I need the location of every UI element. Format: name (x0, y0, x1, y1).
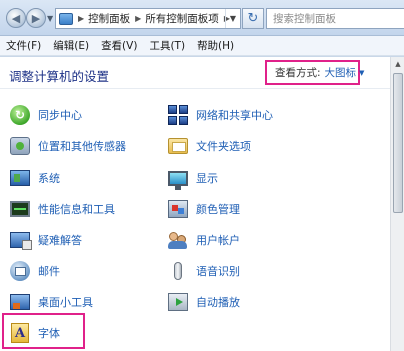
menu-file[interactable]: 文件(F) (6, 38, 41, 53)
item-label[interactable]: 位置和其他传感器 (38, 138, 126, 154)
address-dropdown-button[interactable]: ▼ (225, 9, 240, 28)
item-performance[interactable]: 性能信息和工具 (9, 197, 115, 221)
scroll-thumb[interactable] (393, 73, 403, 213)
search-placeholder: 搜索控制面板 (273, 13, 336, 25)
breadcrumb-all-items[interactable]: 所有控制面板项 (145, 11, 219, 26)
page-title: 调整计算机的设置 (9, 69, 110, 84)
item-label[interactable]: 文件夹选项 (196, 138, 251, 154)
system-icon (9, 167, 31, 189)
chevron-right-icon[interactable]: ▶ (135, 14, 141, 23)
back-button[interactable]: ◀ (6, 8, 26, 28)
speech-recognition-icon (167, 260, 189, 282)
forward-button[interactable]: ▶ (26, 8, 46, 28)
view-by-value[interactable]: 大图标 (325, 65, 357, 80)
item-label[interactable]: 网络和共享中心 (196, 107, 273, 123)
control-panel-content: 调整计算机的设置 查看方式: 大图标 ▼ ↻ 同步中心 位置和其他传感器 系统 … (0, 57, 390, 351)
item-label[interactable]: 邮件 (38, 263, 60, 279)
item-label[interactable]: 疑难解答 (38, 232, 82, 248)
item-speech-recognition[interactable]: 语音识别 (167, 259, 240, 283)
item-color-management[interactable]: 颜色管理 (167, 197, 240, 221)
address-bar: ◀ ▶ ▼ ▶ 控制面板 ▶ 所有控制面板项 ▶ ▼ ↻ 搜索控制面板 (0, 0, 404, 36)
network-sharing-icon (167, 104, 189, 126)
item-desktop-gadgets[interactable]: 桌面小工具 (9, 290, 93, 314)
item-user-accounts[interactable]: 用户帐户 (167, 228, 240, 252)
view-by-label: 查看方式: (275, 67, 321, 79)
color-management-icon (167, 198, 189, 220)
item-folder-options[interactable]: 文件夹选项 (167, 134, 251, 158)
back-arrow-icon: ◀ (11, 11, 21, 25)
chevron-right-icon[interactable]: ▶ (78, 14, 84, 23)
item-sync-center[interactable]: ↻ 同步中心 (9, 103, 82, 127)
user-accounts-icon (167, 229, 189, 251)
item-label[interactable]: 自动播放 (196, 294, 240, 310)
address-field[interactable]: ▶ 控制面板 ▶ 所有控制面板项 ▶ ▼ (55, 8, 241, 29)
desktop-gadgets-icon (9, 291, 31, 313)
item-mail[interactable]: 邮件 (9, 259, 60, 283)
forward-arrow-icon: ▶ (31, 11, 41, 25)
menu-view[interactable]: 查看(V) (101, 38, 137, 53)
display-icon (167, 167, 189, 190)
item-label[interactable]: 显示 (196, 170, 218, 186)
performance-icon (9, 198, 31, 220)
vertical-scrollbar[interactable]: ▲ (390, 57, 404, 351)
refresh-icon: ↻ (247, 11, 259, 26)
item-label[interactable]: 性能信息和工具 (38, 201, 115, 217)
content-header: 调整计算机的设置 查看方式: 大图标 ▼ (0, 57, 390, 89)
scroll-up-icon[interactable]: ▲ (391, 57, 404, 71)
menu-edit[interactable]: 编辑(E) (53, 38, 89, 53)
menu-bar: 文件(F) 编辑(E) 查看(V) 工具(T) 帮助(H) (0, 36, 404, 56)
item-network-sharing[interactable]: 网络和共享中心 (167, 103, 273, 127)
item-label[interactable]: 系统 (38, 170, 60, 186)
item-label[interactable]: 语音识别 (196, 263, 240, 279)
breadcrumb-control-panel[interactable]: 控制面板 (88, 11, 130, 26)
location-sensors-icon (9, 135, 31, 157)
item-label[interactable]: 同步中心 (38, 107, 82, 123)
sync-center-icon: ↻ (9, 104, 31, 126)
mail-icon (9, 260, 31, 282)
item-troubleshooting[interactable]: 疑难解答 (9, 228, 82, 252)
item-label[interactable]: 颜色管理 (196, 201, 240, 217)
item-system[interactable]: 系统 (9, 166, 60, 190)
menu-help[interactable]: 帮助(H) (197, 38, 234, 53)
fonts-highlight-box (2, 313, 85, 349)
autoplay-icon (167, 291, 189, 313)
item-label[interactable]: 桌面小工具 (38, 294, 93, 310)
view-by-selector[interactable]: 查看方式: 大图标 ▼ (265, 60, 364, 85)
chevron-down-icon[interactable]: ▼ (359, 69, 364, 77)
item-display[interactable]: 显示 (167, 166, 218, 190)
search-input[interactable]: 搜索控制面板 (266, 8, 404, 29)
menu-tools[interactable]: 工具(T) (149, 38, 185, 53)
item-location-sensors[interactable]: 位置和其他传感器 (9, 134, 126, 158)
item-autoplay[interactable]: 自动播放 (167, 290, 240, 314)
folder-options-icon (167, 135, 189, 157)
refresh-button[interactable]: ↻ (242, 8, 264, 29)
item-label[interactable]: 用户帐户 (196, 232, 240, 248)
recent-pages-dropdown[interactable]: ▼ (47, 14, 53, 23)
control-panel-icon (59, 12, 73, 25)
troubleshooting-icon (9, 229, 32, 251)
